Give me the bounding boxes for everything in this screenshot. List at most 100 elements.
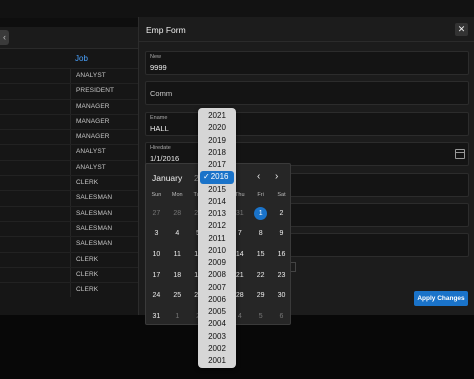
year-option[interactable]: 2012 xyxy=(198,220,236,232)
table-row[interactable]: CLERK xyxy=(0,251,138,267)
calendar-day[interactable]: 11 xyxy=(167,251,188,258)
calendar-day[interactable]: 9 xyxy=(271,230,292,237)
year-option[interactable]: 2013 xyxy=(198,208,236,220)
check-icon: ✓ xyxy=(203,172,210,182)
job-cell: ANALYST xyxy=(76,72,106,79)
column-header-job[interactable]: Job xyxy=(75,54,88,63)
year-option[interactable]: 2001 xyxy=(198,355,236,367)
year-option[interactable]: ✓2016 xyxy=(200,171,234,184)
column-divider xyxy=(70,176,71,191)
year-option[interactable]: 2021 xyxy=(198,110,236,122)
column-divider xyxy=(70,252,71,267)
table-row[interactable]: MANAGER xyxy=(0,113,138,130)
year-option[interactable]: 2017 xyxy=(198,159,236,171)
calendar-day[interactable]: 6 xyxy=(271,313,292,320)
calendar-icon[interactable] xyxy=(455,149,465,159)
column-divider xyxy=(70,237,71,252)
hiredate-value[interactable]: 1/1/2016 xyxy=(150,154,179,163)
table-row[interactable]: CLERK xyxy=(0,282,138,298)
weekday-label: Sun xyxy=(151,192,162,198)
year-option[interactable]: 2004 xyxy=(198,318,236,330)
year-option[interactable]: 2002 xyxy=(198,343,236,355)
job-cell: ANALYST xyxy=(76,148,106,156)
year-option[interactable]: 2008 xyxy=(198,269,236,281)
job-cell: SALESMAN xyxy=(76,240,113,248)
year-option[interactable]: 2019 xyxy=(198,135,236,147)
column-divider xyxy=(70,114,71,130)
job-cell: CLERK xyxy=(76,179,99,187)
job-cell: MANAGER xyxy=(76,117,110,125)
calendar-day[interactable]: 28 xyxy=(167,210,188,217)
table-row[interactable]: PRESIDENT xyxy=(0,83,138,99)
table-row[interactable]: CLERK xyxy=(0,266,138,283)
calendar-day[interactable]: 8 xyxy=(250,230,271,237)
calendar-day[interactable]: 18 xyxy=(167,272,188,279)
calendar-day[interactable]: 17 xyxy=(146,272,167,279)
year-option[interactable]: 2006 xyxy=(198,294,236,306)
table-row[interactable]: SALESMAN xyxy=(0,220,138,237)
toolbar-button[interactable]: ‹ xyxy=(0,30,9,45)
year-option[interactable]: 2014 xyxy=(198,196,236,208)
job-cell: SALESMAN xyxy=(76,194,113,202)
job-cell: ANALYST xyxy=(76,163,106,171)
calendar-day[interactable]: 1 xyxy=(250,206,271,220)
job-cell: SALESMAN xyxy=(76,209,113,217)
calendar-day[interactable]: 3 xyxy=(146,230,167,237)
ename-value[interactable]: HALL xyxy=(150,124,169,133)
selected-day[interactable]: 1 xyxy=(254,206,268,220)
table-row[interactable]: MANAGER xyxy=(0,129,138,145)
calendar-day[interactable]: 5 xyxy=(250,313,271,320)
table-row[interactable]: SALESMAN xyxy=(0,236,138,252)
year-option[interactable]: 2009 xyxy=(198,257,236,269)
calendar-day[interactable]: 30 xyxy=(271,292,292,299)
calendar-day[interactable]: 1 xyxy=(167,313,188,320)
year-dropdown: 2021 2020 2019 2018 2017 ✓2016 2015 2014 2013 201… xyxy=(198,108,236,368)
calendar-day[interactable]: 25 xyxy=(167,292,188,299)
month-label[interactable]: January xyxy=(152,173,182,183)
table-row[interactable]: ANALYST xyxy=(0,68,138,84)
calendar-day[interactable]: 2 xyxy=(271,210,292,217)
job-rows: ANALYST PRESIDENT MANAGER MANAGER MANAGER ANA… xyxy=(0,68,138,298)
column-divider xyxy=(70,130,71,145)
calendar-day[interactable]: 29 xyxy=(250,292,271,299)
year-option[interactable]: 2018 xyxy=(198,147,236,159)
table-row[interactable]: SALESMAN xyxy=(0,205,138,221)
comm-field[interactable]: Comm xyxy=(145,81,469,105)
new-value[interactable]: 9999 xyxy=(150,63,167,72)
table-row[interactable]: ANALYST xyxy=(0,159,138,176)
calendar-day[interactable]: 31 xyxy=(146,313,167,320)
year-option[interactable]: 2010 xyxy=(198,245,236,257)
apply-changes-button[interactable]: Apply Changes xyxy=(414,291,468,306)
calendar-day[interactable]: 24 xyxy=(146,292,167,299)
ename-label: Ename xyxy=(150,115,168,121)
close-icon[interactable]: ✕ xyxy=(455,23,468,36)
column-divider xyxy=(70,221,71,237)
calendar-day[interactable]: 16 xyxy=(271,251,292,258)
top-bar xyxy=(0,0,474,18)
chevron-left-icon[interactable]: ‹ xyxy=(257,171,260,182)
year-option[interactable]: 2020 xyxy=(198,122,236,134)
weekday-label: Mon xyxy=(171,192,183,198)
year-option[interactable]: 2007 xyxy=(198,282,236,294)
ename-field[interactable]: Ename HALL xyxy=(145,112,469,136)
calendar-day[interactable]: 27 xyxy=(146,210,167,217)
year-option[interactable]: 2015 xyxy=(198,184,236,196)
job-cell: PRESIDENT xyxy=(76,87,115,95)
job-cell: CLERK xyxy=(76,255,99,263)
year-option[interactable]: 2005 xyxy=(198,306,236,318)
new-field[interactable]: New 9999 xyxy=(145,51,469,75)
column-divider xyxy=(70,69,71,84)
table-row[interactable]: CLERK xyxy=(0,175,138,191)
calendar-day[interactable]: 23 xyxy=(271,272,292,279)
table-row[interactable]: SALESMAN xyxy=(0,190,138,206)
table-row[interactable]: ANALYST xyxy=(0,144,138,160)
table-row[interactable]: MANAGER xyxy=(0,98,138,114)
chevron-right-icon[interactable]: › xyxy=(275,171,278,182)
year-option[interactable]: 2003 xyxy=(198,331,236,343)
year-option[interactable]: 2011 xyxy=(198,233,236,245)
column-divider xyxy=(70,267,71,283)
calendar-day[interactable]: 22 xyxy=(250,272,271,279)
calendar-day[interactable]: 10 xyxy=(146,251,167,258)
calendar-day[interactable]: 15 xyxy=(250,251,271,258)
calendar-day[interactable]: 4 xyxy=(167,230,188,237)
